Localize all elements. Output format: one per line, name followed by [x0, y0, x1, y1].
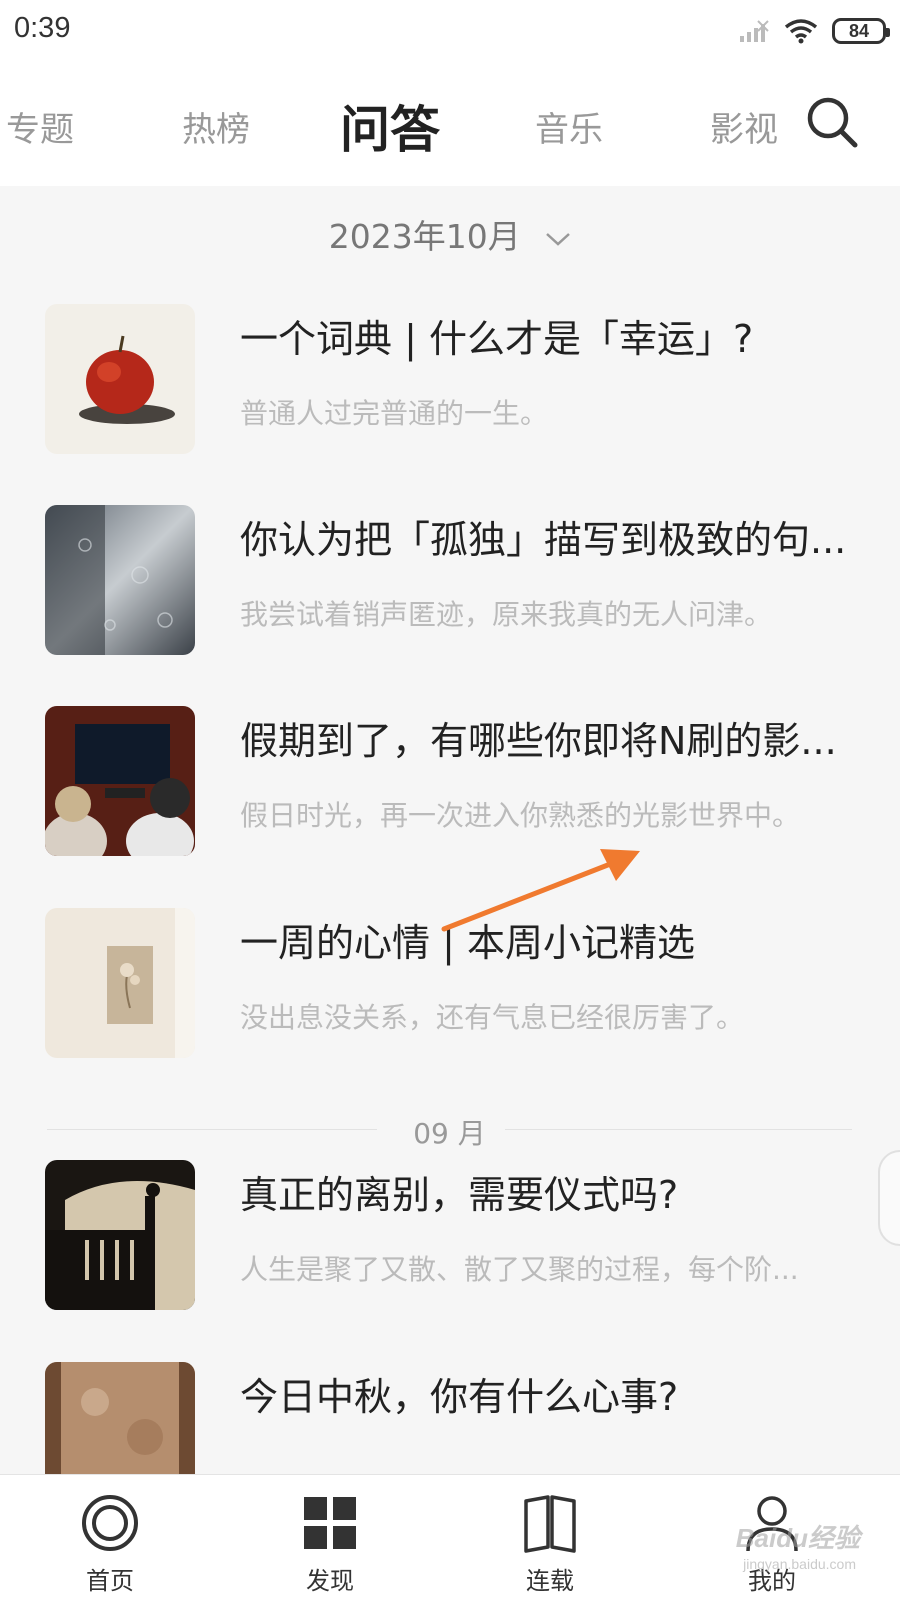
section-label: 09 月 — [413, 1117, 486, 1150]
list-item[interactable]: 假期到了，有哪些你即将N刷的影... 假日时光，再一次进入你熟悉的光影世界中。 — [0, 706, 900, 866]
tab-hot[interactable]: 热榜 — [182, 102, 250, 151]
side-drawer-handle[interactable] — [878, 1150, 900, 1246]
tab-movies[interactable]: 影视 — [710, 102, 778, 151]
article-title: 真正的离别，需要仪式吗? — [240, 1173, 679, 1217]
home-circle-icon — [82, 1495, 138, 1551]
book-icon — [524, 1495, 576, 1553]
bottom-nav-home[interactable]: 首页 — [50, 1491, 170, 1596]
bottom-nav-label: 首页 — [86, 1567, 134, 1595]
article-title: 一个词典 | 什么才是「幸运」? — [240, 317, 754, 361]
list-item[interactable]: 一个词典 | 什么才是「幸运」? 普通人过完普通的一生。 — [0, 304, 900, 464]
status-bar: 0:39 84 — [0, 0, 900, 64]
article-title: 假期到了，有哪些你即将N刷的影... — [240, 719, 837, 763]
battery-indicator: 84 — [832, 18, 890, 44]
article-title: 今日中秋，你有什么心事? — [240, 1375, 679, 1419]
bottom-nav-label: 连载 — [526, 1567, 574, 1595]
article-subtitle: 普通人过完普通的一生。 — [240, 397, 549, 430]
tab-topics[interactable]: 专题 — [6, 102, 74, 151]
article-thumbnail — [45, 908, 195, 1058]
tab-music[interactable]: 音乐 — [535, 102, 603, 151]
article-thumbnail — [45, 1362, 195, 1474]
list-item[interactable]: 今日中秋，你有什么心事? — [0, 1362, 900, 1474]
grid-icon — [304, 1497, 356, 1549]
bottom-nav-discover[interactable]: 发现 — [270, 1491, 390, 1596]
article-thumbnail — [45, 505, 195, 655]
top-nav: 专题 热榜 问答 音乐 影视 — [0, 64, 900, 186]
article-subtitle: 没出息没关系，还有气息已经很厉害了。 — [240, 1001, 745, 1034]
article-subtitle: 人生是聚了又散、散了又聚的过程，每个阶... — [240, 1253, 799, 1286]
status-time: 0:39 — [14, 12, 71, 44]
battery-level: 84 — [848, 20, 870, 41]
article-thumbnail — [45, 1160, 195, 1310]
chevron-down-icon — [546, 232, 571, 246]
section-divider: 09 月 — [47, 1112, 852, 1152]
list-item[interactable]: 真正的离别，需要仪式吗? 人生是聚了又散、散了又聚的过程，每个阶... — [0, 1160, 900, 1320]
status-icons: 84 — [738, 14, 890, 48]
article-title: 你认为把「孤独」描写到极致的句... — [240, 518, 847, 562]
bottom-nav-label: 发现 — [306, 1567, 354, 1595]
bottom-nav-serial[interactable]: 连载 — [490, 1491, 610, 1596]
watermark-url: jingyan.baidu.com — [743, 1556, 856, 1572]
article-subtitle: 我尝试着销声匿迹，原来我真的无人问津。 — [240, 598, 773, 631]
annotation-arrow — [441, 849, 640, 932]
article-subtitle: 假日时光，再一次进入你熟悉的光影世界中。 — [240, 799, 801, 832]
tab-qa[interactable]: 问答 — [340, 90, 440, 162]
search-icon[interactable] — [804, 94, 860, 150]
article-thumbnail — [45, 304, 195, 454]
article-thumbnail — [45, 706, 195, 856]
list-item[interactable]: 你认为把「孤独」描写到极致的句... 我尝试着销声匿迹，原来我真的无人问津。 — [0, 505, 900, 665]
month-selector[interactable]: 2023年10月 — [0, 210, 900, 258]
wifi-icon — [784, 19, 818, 44]
month-label: 2023年10月 — [328, 217, 521, 256]
watermark-logo: Baidu经验 — [735, 1523, 860, 1553]
signal-icon — [740, 20, 769, 42]
